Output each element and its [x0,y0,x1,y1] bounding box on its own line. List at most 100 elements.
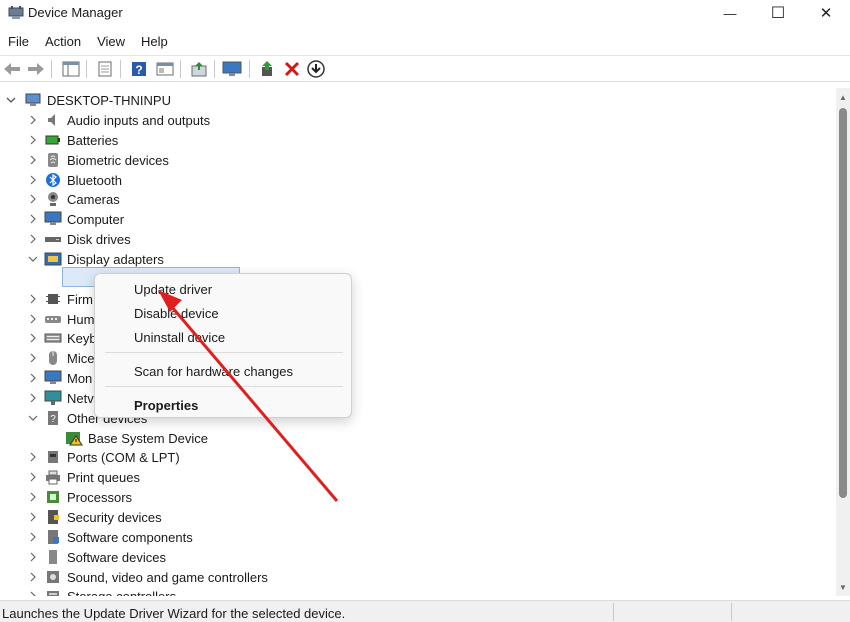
tree-item-hum[interactable]: Hum [30,309,94,329]
scroll-up-icon[interactable]: ▲ [839,93,847,102]
tree-item-print-queues[interactable]: Print queues [30,467,140,487]
context-menu: Update driver Disable device Uninstall d… [94,273,352,418]
menu-view[interactable]: View [89,32,133,52]
tree-item-cameras[interactable]: Cameras [30,189,120,209]
tree-item-mon[interactable]: Mon [30,368,92,388]
chevron-down-icon[interactable] [28,413,38,423]
view-icon[interactable] [155,59,175,79]
monitor-icon [44,370,62,386]
tree-root[interactable]: DESKTOP-THNINPU [6,90,171,110]
tree-item-audio-inputs-and-outputs[interactable]: Audio inputs and outputs [30,110,210,130]
tree-item-batteries[interactable]: Batteries [30,130,119,150]
chevron-right-icon[interactable] [28,373,38,383]
other-devices-icon: ? [44,410,62,426]
chevron-right-icon[interactable] [28,532,38,542]
back-arrow-icon[interactable] [2,59,22,79]
port-icon [44,449,62,465]
tree-item-bluetooth[interactable]: Bluetooth [30,170,122,190]
chevron-right-icon[interactable] [28,552,38,562]
status-divider [731,603,732,621]
show-hide-console-tree-icon[interactable] [61,59,81,79]
menu-help[interactable]: Help [133,32,176,52]
context-separator [105,352,343,353]
fingerprint-icon [44,152,62,168]
tree-item-disk-drives[interactable]: Disk drives [30,229,131,249]
status-text: Launches the Update Driver Wizard for th… [2,606,346,621]
tree-item-label: Software devices [67,549,166,565]
chevron-right-icon[interactable] [28,353,38,363]
menu-file[interactable]: File [0,32,37,52]
tree-item-keyb[interactable]: Keyb [30,328,97,348]
chevron-right-icon[interactable] [28,591,38,596]
context-uninstall-device[interactable]: Uninstall device [134,330,225,345]
context-properties[interactable]: Properties [134,398,198,413]
chevron-down-icon[interactable] [6,95,16,105]
maximize-button[interactable]: ☐ [754,0,802,26]
chevron-right-icon[interactable] [28,472,38,482]
display-adapter-icon [44,251,62,267]
tree-item-security-devices[interactable]: Security devices [30,507,162,527]
menu-bar: File Action View Help [0,32,850,52]
tree-item-storage-controllers[interactable]: Storage controllers [30,586,176,596]
chevron-down-icon[interactable] [28,254,38,264]
tree-item-ports-com-lpt[interactable]: Ports (COM & LPT) [30,447,180,467]
tree-item-computer[interactable]: Computer [30,209,124,229]
update-driver-icon[interactable] [258,59,278,79]
minimize-icon: — [723,5,737,21]
chevron-right-icon[interactable] [28,214,38,224]
chevron-right-icon[interactable] [28,194,38,204]
tree-item-software-devices[interactable]: Software devices [30,547,166,567]
scroll-thumb[interactable] [839,108,847,498]
camera-icon [44,191,62,207]
uninstall-device-icon[interactable] [282,59,302,79]
chevron-right-icon[interactable] [28,393,38,403]
tree-item-sound-video-and-game-controllers[interactable]: Sound, video and game controllers [30,567,268,587]
chevron-right-icon[interactable] [28,492,38,502]
vertical-scrollbar[interactable]: ▲ ▼ [836,88,850,596]
minimize-button[interactable]: — [706,0,754,26]
chevron-right-icon[interactable] [28,333,38,343]
tree-item-processors[interactable]: Processors [30,487,132,507]
tree-item-display-adapters[interactable]: Display adapters [28,249,164,269]
context-disable-device[interactable]: Disable device [134,306,219,321]
tree-item-mice[interactable]: Mice [30,348,94,368]
svg-text:?: ? [135,63,142,77]
properties-sheet-icon[interactable] [95,59,115,79]
chevron-right-icon[interactable] [28,155,38,165]
tree-item-label: Software components [67,529,193,545]
scroll-down-icon[interactable]: ▼ [839,583,847,592]
tree-item-label: Print queues [67,469,140,485]
tree-item-netv[interactable]: Netv [30,388,94,408]
menu-action[interactable]: Action [37,32,89,52]
monitor-icon[interactable] [222,59,242,79]
chevron-right-icon[interactable] [28,314,38,324]
chevron-right-icon[interactable] [28,115,38,125]
tree-item-biometric-devices[interactable]: Biometric devices [30,150,169,170]
context-scan-hardware[interactable]: Scan for hardware changes [134,364,293,379]
chevron-right-icon[interactable] [28,512,38,522]
context-update-driver[interactable]: Update driver [134,282,212,297]
chevron-right-icon[interactable] [28,452,38,462]
bluetooth-icon [44,172,62,188]
tree-item-label: Netv [67,390,94,406]
tree-item-software-components[interactable]: Software components [30,527,193,547]
chevron-right-icon[interactable] [28,234,38,244]
toolbar-separator [214,60,215,78]
scan-hardware-icon[interactable] [189,59,209,79]
chevron-right-icon[interactable] [28,135,38,145]
chevron-right-icon[interactable] [28,175,38,185]
close-button[interactable]: ✕ [802,0,850,26]
chevron-right-icon[interactable] [28,294,38,304]
toolbar: ? [0,55,850,82]
download-driver-icon[interactable] [306,59,326,79]
chevron-right-icon[interactable] [28,572,38,582]
toolbar-separator [180,60,181,78]
tree-item-base-system-device[interactable]: Base System Device [65,428,208,448]
tree-item-firm[interactable]: Firm [30,289,93,309]
tree-item-label: Security devices [67,509,162,525]
forward-arrow-icon[interactable] [26,59,46,79]
disk-drive-icon [44,231,62,247]
tree-item-label: Batteries [67,132,119,148]
processor-icon [44,489,62,505]
help-icon[interactable]: ? [129,59,149,79]
